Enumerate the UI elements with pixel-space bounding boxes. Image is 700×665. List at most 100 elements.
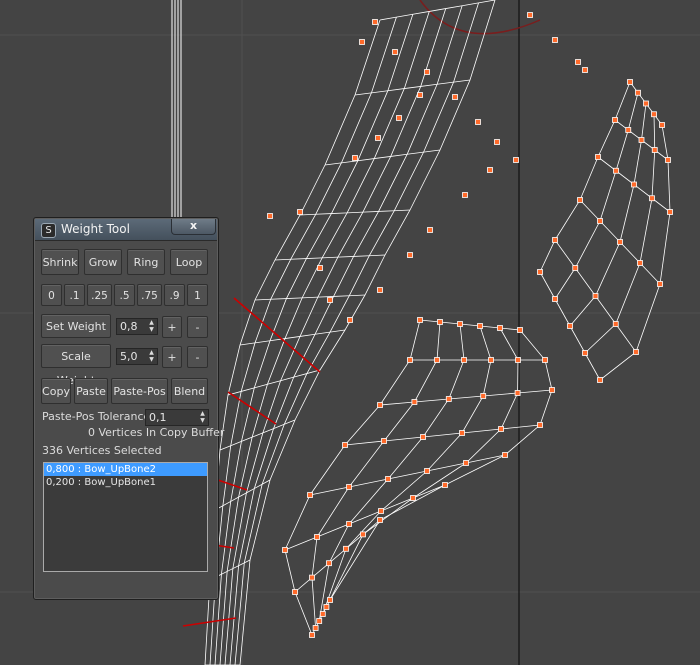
mesh-vertex[interactable]	[515, 357, 521, 363]
mesh-vertex[interactable]	[477, 323, 483, 329]
mesh-vertex[interactable]	[352, 155, 358, 161]
mesh-vertex[interactable]	[323, 604, 330, 610]
mesh-vertex[interactable]	[312, 625, 319, 631]
mesh-vertex[interactable]	[494, 139, 500, 145]
mesh-vertex[interactable]	[582, 67, 588, 73]
blend-button[interactable]: Blend	[171, 378, 208, 404]
mesh-vertex[interactable]	[537, 422, 543, 428]
mesh-vertex[interactable]	[513, 157, 519, 163]
mesh-vertex[interactable]	[463, 460, 469, 466]
copy-button[interactable]: Copy	[41, 378, 71, 404]
mesh-vertex[interactable]	[638, 137, 645, 143]
mesh-vertex[interactable]	[542, 357, 548, 363]
mesh-vertex[interactable]	[434, 357, 440, 363]
mesh-vertex[interactable]	[297, 209, 303, 215]
mesh-vertex[interactable]	[527, 12, 533, 18]
mesh-vertex[interactable]	[649, 195, 655, 202]
mesh-vertex[interactable]	[424, 468, 430, 474]
mesh-vertex[interactable]	[577, 197, 583, 203]
weight-0.5-button[interactable]: .5	[114, 284, 135, 306]
mesh-vertex[interactable]	[567, 323, 573, 329]
list-item[interactable]: 0,200 : Bow_UpBone1	[44, 476, 207, 489]
mesh-vertex[interactable]	[346, 484, 352, 490]
mesh-vertex[interactable]	[502, 452, 508, 458]
weight-0.75-button[interactable]: .75	[137, 284, 162, 306]
mesh-vertex[interactable]	[452, 94, 458, 100]
mesh-vertex[interactable]	[457, 321, 463, 327]
mesh-vertex[interactable]	[461, 357, 467, 363]
mesh-vertex[interactable]	[497, 325, 503, 331]
mesh-vertex[interactable]	[307, 492, 313, 498]
mesh-vertex[interactable]	[317, 265, 323, 271]
mesh-vertex[interactable]	[592, 293, 599, 299]
mesh-vertex[interactable]	[657, 281, 663, 287]
mesh-vertex[interactable]	[407, 357, 413, 363]
mesh-vertex[interactable]	[378, 508, 384, 514]
mesh-vertex[interactable]	[410, 495, 416, 501]
mesh-vertex[interactable]	[407, 252, 413, 258]
mesh-vertex[interactable]	[319, 611, 326, 617]
mesh-vertex[interactable]	[617, 239, 623, 245]
weight-0-button[interactable]: 0	[41, 284, 62, 306]
paste-button[interactable]: Paste	[74, 378, 108, 404]
mesh-vertex[interactable]	[417, 92, 423, 98]
weight-1-button[interactable]: 1	[187, 284, 208, 306]
mesh-vertex[interactable]	[635, 89, 641, 96]
mesh-vertex[interactable]	[552, 296, 558, 302]
mesh-vertex[interactable]	[625, 127, 632, 133]
spinner-arrows-icon[interactable]: ▲ ▼	[147, 319, 156, 333]
mesh-vertex[interactable]	[267, 213, 273, 219]
mesh-vertex[interactable]	[381, 438, 387, 444]
close-button[interactable]: x	[171, 219, 216, 235]
title-bar[interactable]: S Weight Tool x	[35, 219, 217, 241]
scale-weight-minus-button[interactable]: -	[187, 346, 208, 368]
mesh-vertex[interactable]	[488, 357, 494, 363]
mesh-vertex[interactable]	[462, 192, 468, 198]
mesh-vertex[interactable]	[659, 122, 665, 128]
spinner-arrows-icon[interactable]: ▲ ▼	[198, 410, 207, 424]
mesh-vertex[interactable]	[487, 167, 493, 173]
mesh-vertex[interactable]	[612, 117, 618, 123]
weight-0.25-button[interactable]: .25	[87, 284, 112, 306]
mesh-vertex[interactable]	[437, 319, 443, 325]
mesh-vertex[interactable]	[651, 147, 658, 153]
mesh-vertex[interactable]	[480, 393, 487, 399]
mesh-vertex[interactable]	[651, 111, 657, 118]
mesh-vertex[interactable]	[377, 287, 383, 293]
mesh-vertex[interactable]	[595, 154, 601, 160]
spinner-arrows-icon[interactable]: ▲ ▼	[147, 349, 156, 363]
mesh-vertex[interactable]	[292, 589, 298, 595]
mesh-vertex[interactable]	[342, 442, 348, 448]
mesh-vertex[interactable]	[417, 317, 423, 323]
mesh-vertex[interactable]	[347, 317, 353, 323]
bone-list[interactable]: 0,800 : Bow_UpBone2 0,200 : Bow_UpBone1	[43, 462, 208, 572]
set-weight-button[interactable]: Set Weight	[41, 314, 111, 338]
mesh-vertex[interactable]	[420, 434, 426, 440]
mesh-vertex[interactable]	[637, 260, 643, 266]
mesh-vertex[interactable]	[631, 181, 637, 188]
mesh-vertex[interactable]	[627, 79, 633, 85]
scale-weight-button[interactable]: Scale Weight	[41, 344, 111, 387]
paste-pos-button[interactable]: Paste-Pos	[111, 378, 168, 404]
mesh-vertex[interactable]	[375, 135, 381, 141]
mesh-vertex[interactable]	[597, 377, 603, 383]
grow-button[interactable]: Grow	[84, 249, 122, 275]
scale-weight-plus-button[interactable]: +	[162, 346, 182, 368]
scale-weight-spinner[interactable]: 5,0 ▲ ▼	[116, 348, 158, 365]
mesh-vertex[interactable]	[552, 237, 558, 243]
mesh-vertex[interactable]	[549, 387, 555, 393]
shrink-button[interactable]: Shrink	[41, 249, 79, 275]
set-weight-plus-button[interactable]: +	[162, 316, 182, 338]
mesh-vertex[interactable]	[582, 350, 588, 356]
mesh-vertex[interactable]	[326, 560, 332, 567]
mesh-vertex[interactable]	[572, 265, 579, 271]
mesh-vertex[interactable]	[475, 119, 481, 125]
mesh-vertex[interactable]	[314, 534, 320, 540]
paste-pos-tolerance-spinner[interactable]: 0,1 ▲ ▼	[145, 409, 209, 426]
ring-button[interactable]: Ring	[127, 249, 165, 275]
mesh-vertex[interactable]	[667, 209, 673, 215]
mesh-vertex[interactable]	[459, 430, 465, 436]
mesh-vertex[interactable]	[309, 574, 315, 581]
loop-button[interactable]: Loop	[170, 249, 208, 275]
list-item[interactable]: 0,800 : Bow_UpBone2	[44, 463, 207, 476]
